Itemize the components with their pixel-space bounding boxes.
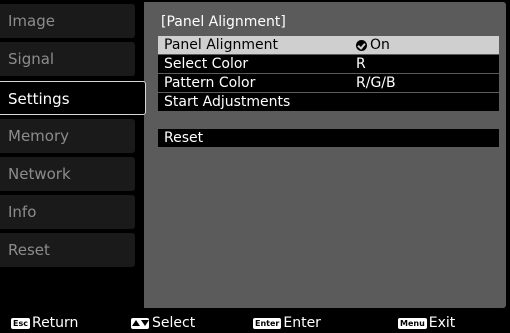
- sidebar-item-label: Network: [8, 165, 71, 183]
- footer-enter: Enter Enter: [253, 315, 321, 331]
- esc-key-icon: Esc: [11, 317, 30, 329]
- footer-exit: Menu Exit: [398, 315, 455, 331]
- menu-key-icon: Menu: [398, 317, 427, 329]
- menu-row-pattern-color[interactable]: Pattern Color R/G/B: [158, 74, 499, 92]
- menu-row-label: Start Adjustments: [164, 94, 291, 110]
- sidebar-item-reset[interactable]: Reset: [0, 233, 135, 267]
- settings-panel: [Panel Alignment] Panel Alignment On Sel…: [144, 2, 506, 308]
- menu-row-value-text: On: [370, 37, 390, 53]
- menu-row-reset[interactable]: Reset: [158, 129, 499, 147]
- menu-row-value: On: [356, 36, 390, 54]
- panel-title: [Panel Alignment]: [161, 14, 286, 30]
- sidebar-item-network[interactable]: Network: [0, 157, 135, 191]
- footer-return-label: Return: [31, 315, 79, 331]
- footer-exit-label: Exit: [428, 315, 456, 331]
- menu-row-label: Select Color: [164, 56, 249, 72]
- sidebar-item-label: Info: [8, 203, 37, 221]
- sidebar-item-info[interactable]: Info: [0, 195, 135, 229]
- menu-row-start-adjustments[interactable]: Start Adjustments: [158, 93, 499, 111]
- sidebar-item-label: Signal: [8, 50, 55, 68]
- sidebar-item-settings[interactable]: Settings: [0, 81, 146, 115]
- menu-row-value: R: [356, 56, 366, 72]
- footer-select: Select: [131, 315, 195, 331]
- menu-row-value: R/G/B: [356, 75, 396, 91]
- sidebar-item-memory[interactable]: Memory: [0, 119, 135, 153]
- enter-key-icon: Enter: [253, 317, 282, 329]
- check-icon: [356, 39, 367, 51]
- sidebar-item-signal[interactable]: Signal: [0, 42, 135, 76]
- footer-enter-label: Enter: [283, 315, 321, 331]
- sidebar-item-image[interactable]: Image: [0, 4, 135, 38]
- footer-select-label: Select: [152, 315, 196, 331]
- menu-row-label: Pattern Color: [164, 75, 256, 91]
- footer-help-bar: Esc Return Select Enter Enter Menu Exit: [0, 312, 510, 333]
- menu-row-label: Panel Alignment: [164, 37, 278, 53]
- sidebar-item-label: Settings: [8, 90, 70, 108]
- menu-row-panel-alignment[interactable]: Panel Alignment On: [158, 36, 499, 54]
- footer-return: Esc Return: [11, 315, 78, 331]
- up-down-arrows-icon: [131, 317, 149, 329]
- sidebar-item-label: Memory: [8, 127, 70, 145]
- sidebar-item-label: Image: [8, 12, 55, 30]
- sidebar-item-label: Reset: [8, 241, 50, 259]
- menu-row-label: Reset: [164, 130, 204, 146]
- menu-row-select-color[interactable]: Select Color R: [158, 55, 499, 73]
